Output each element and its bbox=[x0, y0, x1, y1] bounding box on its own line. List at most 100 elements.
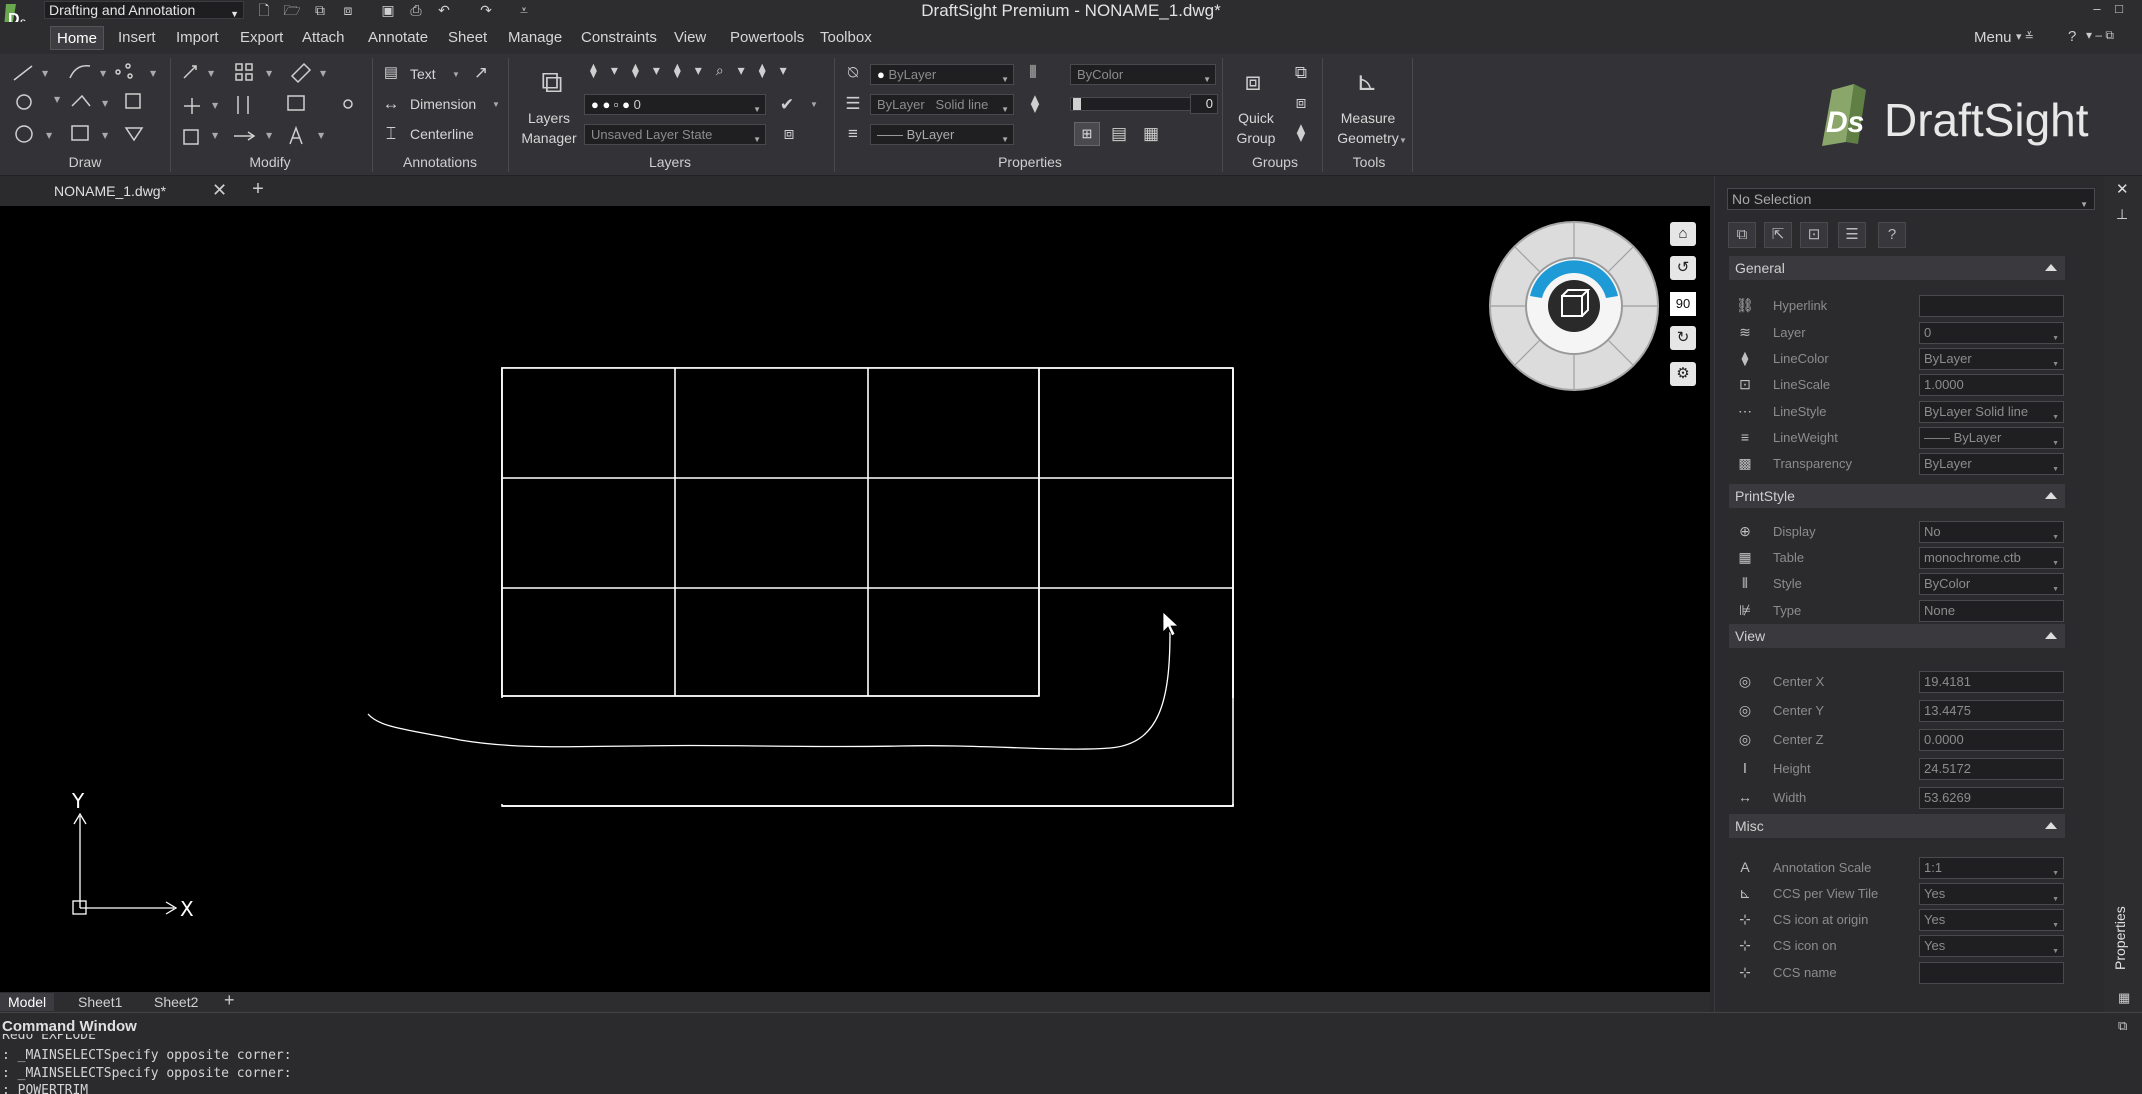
property-value[interactable]: 13.4475 bbox=[1919, 700, 2064, 722]
rotate-left-icon[interactable]: ↺ bbox=[1670, 256, 1696, 280]
open-folder-icon[interactable]: ⧉ bbox=[310, 1, 330, 19]
new-icon[interactable]: 🗋 bbox=[254, 1, 274, 19]
gear-icon[interactable]: ⚙ bbox=[1670, 362, 1696, 386]
collapse-icon[interactable] bbox=[2045, 632, 2057, 639]
select-objects-icon[interactable]: ⇱ bbox=[1764, 222, 1792, 248]
maximize-icon[interactable]: □ bbox=[2108, 0, 2130, 20]
quick-group-label-2[interactable]: Group bbox=[1226, 128, 1286, 148]
display-lineweight-icon[interactable]: ⊞ bbox=[1074, 122, 1100, 146]
tab-annotate[interactable]: Annotate bbox=[362, 26, 434, 50]
tab-constraints[interactable]: Constraints bbox=[575, 26, 663, 50]
measure-geometry-icon[interactable]: ⊾ bbox=[1350, 66, 1384, 100]
dimension-icon[interactable]: ↔ bbox=[380, 93, 402, 115]
redo-icon[interactable]: ↷ bbox=[476, 1, 496, 19]
property-value[interactable]: monochrome.ctb ▼ bbox=[1919, 547, 2064, 569]
drawing-canvas[interactable]: Y X bbox=[0, 206, 1710, 994]
section-header-view[interactable]: View bbox=[1729, 624, 2065, 648]
layer-state-manager-icon[interactable]: ⧈ bbox=[778, 123, 800, 145]
open-icon[interactable]: 🗁 bbox=[282, 1, 302, 19]
property-value[interactable]: ByLayer Solid line ▼ bbox=[1919, 401, 2064, 423]
restore-icon[interactable]: ⧉ bbox=[2118, 1018, 2127, 1034]
help-icon[interactable]: ? bbox=[2068, 28, 2076, 45]
quick-group-icon[interactable]: ⧈ bbox=[1236, 66, 1270, 100]
tab-export[interactable]: Export bbox=[234, 26, 289, 50]
property-value[interactable]: 0.0000 bbox=[1919, 729, 2064, 751]
slider-thumb[interactable] bbox=[1073, 98, 1081, 110]
help-icon[interactable]: ? bbox=[1878, 222, 1906, 248]
property-value[interactable]: —— ByLayer ▼ bbox=[1919, 427, 2064, 449]
dimension-button[interactable]: Dimension bbox=[410, 94, 476, 114]
chevron-down-icon[interactable]: ▾ ≚ bbox=[2016, 30, 2034, 43]
chevron-down-icon[interactable]: ▼ bbox=[810, 100, 818, 109]
tab-toolbox[interactable]: Toolbox bbox=[814, 26, 878, 50]
property-value[interactable]: None bbox=[1919, 600, 2064, 622]
property-value[interactable] bbox=[1919, 962, 2064, 984]
properties-toggle-icon[interactable]: ▤ bbox=[1108, 123, 1130, 145]
centerline-button[interactable]: Centerline bbox=[410, 124, 474, 144]
property-value[interactable]: Yes ▼ bbox=[1919, 909, 2064, 931]
property-value[interactable]: 53.6269 bbox=[1919, 787, 2064, 809]
transparency-slider[interactable] bbox=[1070, 97, 1200, 111]
layers-manager-label-1[interactable]: Layers bbox=[526, 108, 572, 128]
customize-icon[interactable]: ⩡ bbox=[514, 1, 534, 19]
property-value[interactable]: 19.4181 bbox=[1919, 671, 2064, 693]
lineweight-combo[interactable]: —— ByLayer ▼ bbox=[870, 124, 1014, 145]
printstyle-combo[interactable]: ByColor ▼ bbox=[1070, 64, 1216, 85]
property-value[interactable]: ByColor ▼ bbox=[1919, 573, 2064, 595]
section-header-misc[interactable]: Misc bbox=[1729, 814, 2065, 838]
property-value[interactable]: 24.5172 bbox=[1919, 758, 2064, 780]
properties-side-tab[interactable]: Properties bbox=[2112, 906, 2132, 970]
chevron-down-icon[interactable]: ▼ bbox=[492, 100, 500, 109]
printstyle-icon[interactable]: ⦀ bbox=[1022, 62, 1044, 84]
property-value[interactable] bbox=[1919, 295, 2064, 317]
add-sheet-icon[interactable]: + bbox=[224, 990, 235, 1011]
tab-import[interactable]: Import bbox=[170, 26, 225, 50]
tab-model[interactable]: Model bbox=[0, 993, 55, 1011]
print-icon[interactable]: ⎙ bbox=[406, 1, 426, 19]
transparency-value[interactable]: 0 bbox=[1190, 94, 1218, 114]
tab-sheet1[interactable]: Sheet1 bbox=[70, 993, 130, 1011]
text-icon[interactable]: ▤ bbox=[380, 62, 402, 84]
leader-icon[interactable]: ↗ bbox=[470, 62, 492, 84]
palette-grid-icon[interactable]: ▦ bbox=[2118, 990, 2130, 1006]
close-icon[interactable]: ✕ bbox=[2116, 180, 2129, 198]
layer-combo[interactable]: ● ● ▫ ● 0 ▼ bbox=[584, 94, 766, 115]
group-edit-icon[interactable]: ⧈ bbox=[1290, 92, 1312, 114]
transparency-icon[interactable]: ⧫ bbox=[1024, 93, 1046, 115]
chevron-down-icon[interactable]: ▼ bbox=[1399, 136, 1407, 145]
quick-select-icon[interactable]: ⧉ bbox=[1728, 222, 1756, 248]
measure-label-1[interactable]: Measure bbox=[1330, 108, 1406, 128]
add-document-icon[interactable]: + bbox=[246, 178, 270, 200]
save-icon[interactable]: ▣ bbox=[378, 1, 398, 19]
properties-palette-icon[interactable]: ▦ bbox=[1140, 123, 1162, 145]
measure-label-2[interactable]: Geometry bbox=[1330, 128, 1406, 148]
pin-icon[interactable]: ⊥ bbox=[2116, 206, 2128, 223]
window-options-icon[interactable]: ▾ – ⧉ bbox=[2086, 28, 2114, 43]
property-value[interactable]: ByLayer ▼ bbox=[1919, 453, 2064, 475]
property-value[interactable]: Yes ▼ bbox=[1919, 935, 2064, 957]
tab-insert[interactable]: Insert bbox=[112, 26, 162, 50]
section-header-general[interactable]: General bbox=[1729, 256, 2065, 280]
rotation-angle-field[interactable]: 90 bbox=[1670, 292, 1696, 316]
tab-powertools[interactable]: Powertools bbox=[724, 26, 810, 50]
filter-icon[interactable]: ☰ bbox=[1838, 222, 1866, 248]
property-value[interactable]: No ▼ bbox=[1919, 521, 2064, 543]
tab-home[interactable]: Home bbox=[50, 26, 105, 50]
close-icon[interactable]: ✕ bbox=[212, 180, 227, 201]
section-header-printstyle[interactable]: PrintStyle bbox=[1729, 484, 2065, 508]
layers-manager-icon[interactable]: ⧉ bbox=[532, 66, 572, 106]
property-value[interactable]: 1:1 ▼ bbox=[1919, 857, 2064, 879]
property-value[interactable]: 0 ▼ bbox=[1919, 322, 2064, 344]
property-value[interactable]: ByLayer ▼ bbox=[1919, 348, 2064, 370]
tab-sheet2[interactable]: Sheet2 bbox=[146, 993, 206, 1011]
minimize-icon[interactable]: – bbox=[2086, 0, 2108, 20]
quick-group-label-1[interactable]: Quick bbox=[1226, 108, 1286, 128]
collapse-icon[interactable] bbox=[2045, 264, 2057, 271]
collapse-icon[interactable] bbox=[2045, 822, 2057, 829]
layers-manager-label-2[interactable]: Manager bbox=[518, 128, 580, 148]
layer-state-combo[interactable]: Unsaved Layer State ▼ bbox=[584, 124, 766, 145]
workspace-select[interactable]: Drafting and Annotation ▼ bbox=[44, 1, 244, 19]
tab-manage[interactable]: Manage bbox=[502, 26, 568, 50]
tab-sheet[interactable]: Sheet bbox=[442, 26, 493, 50]
color-combo[interactable]: ● ByLayer ▼ bbox=[870, 64, 1014, 85]
